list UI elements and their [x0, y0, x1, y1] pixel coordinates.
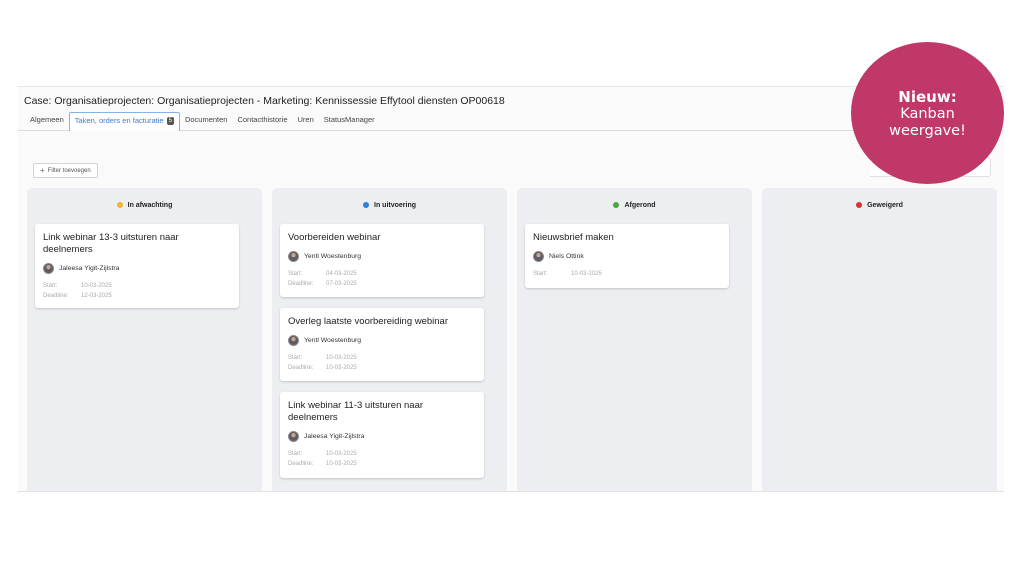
task-title: Overleg laatste voorbereiding webinar	[288, 316, 449, 327]
task-card[interactable]: Link webinar 11-3 uitsturen naar deelnem…	[280, 392, 484, 478]
task-dates: Start: 10-03-2025 Deadline: 10-03-2025	[288, 449, 484, 469]
status-dot	[363, 202, 369, 208]
column-title: In uitvoering	[374, 201, 416, 209]
task-assignee: Niels Ottink	[533, 251, 729, 262]
tab-label: Algemeen	[30, 115, 64, 124]
deadline-date: 10-03-2025	[326, 461, 357, 467]
start-label: Start:	[43, 283, 58, 289]
task-assignee: Jaleesa Yigit-Zijlstra	[288, 431, 484, 442]
new-kanban-view-badge: Nieuw: Kanban weergave!	[851, 42, 1004, 184]
task-card[interactable]: Overleg laatste voorbereiding webinar Ye…	[280, 308, 484, 381]
status-dot	[856, 202, 863, 208]
tab-statusmanager[interactable]: StatusManager	[319, 115, 380, 130]
start-label: Start:	[533, 271, 548, 277]
assignee-name: Niels Ottink	[549, 253, 584, 260]
deadline-label: Deadline:	[288, 365, 314, 371]
tab-documenten[interactable]: Documenten	[180, 115, 233, 130]
tab-uren[interactable]: Uren	[293, 115, 319, 130]
start-date: 10-03-2025	[81, 283, 112, 289]
status-dot	[116, 202, 123, 208]
kanban-column-in-afwachting: In afwachting Link webinar 13-3 uitsture…	[27, 188, 262, 491]
task-dates: Start: 10-03-2025	[533, 269, 729, 279]
deadline-label: Deadline:	[43, 293, 69, 299]
avatar	[43, 263, 54, 274]
task-card[interactable]: Voorbereiden webinar Yentl Woestenburg S…	[280, 224, 484, 297]
tab-label: Contacthistorie	[237, 115, 288, 124]
tab-contacthistorie[interactable]: Contacthistorie	[232, 115, 292, 130]
column-title: Afgerond	[624, 201, 656, 209]
kanban-app: Case: Organisatieprojecten: Organisatiep…	[18, 86, 1004, 492]
avatar	[288, 335, 299, 346]
start-date: 10-03-2025	[571, 271, 602, 277]
avatar	[288, 431, 299, 442]
status-dot	[613, 202, 620, 208]
task-title: Link webinar 11-3 uitsturen naar deelnem…	[288, 400, 424, 423]
tab-label: Documenten	[184, 115, 228, 124]
avatar	[533, 251, 544, 262]
avatar	[288, 251, 299, 262]
assignee-name: Yentl Woestenburg	[304, 253, 362, 260]
assignee-name: Yentl Woestenburg	[304, 337, 362, 344]
deadline-date: 07-03-2025	[326, 281, 357, 287]
start-label: Start:	[288, 451, 303, 457]
assignee-name: Jaleesa Yigit-Zijlstra	[59, 265, 120, 272]
deadline-label: Deadline:	[288, 281, 314, 287]
plus-icon: +	[40, 165, 45, 175]
start-label: Start:	[288, 271, 303, 277]
task-dates: Start: 10-03-2025 Deadline: 10-03-2025	[288, 353, 484, 373]
task-title: Voorbereiden webinar	[288, 232, 381, 243]
column-header: Geweigerd	[762, 188, 997, 222]
add-filter-button[interactable]: + Filter toevoegen	[33, 163, 98, 178]
task-dates: Start: 10-03-2025 Deadline: 12-03-2025	[43, 281, 239, 301]
task-title: Nieuwsbrief maken	[533, 232, 614, 243]
column-header: In uitvoering	[272, 188, 507, 222]
deadline-date: 12-03-2025	[81, 293, 112, 299]
start-date: 10-03-2025	[326, 355, 357, 361]
column-header: Afgerond	[517, 188, 752, 222]
task-dates: Start: 04-03-2025 Deadline: 07-03-2025	[288, 269, 484, 289]
task-assignee: Yentl Woestenburg	[288, 335, 484, 346]
column-header: In afwachting	[27, 188, 262, 222]
tab-label: Taken, orders en facturatie	[74, 116, 164, 125]
badge-line-2: Kanban	[900, 106, 955, 122]
column-title: In afwachting	[127, 201, 173, 209]
kanban-column-afgerond: Afgerond Nieuwsbrief maken Niels Ottink …	[517, 188, 752, 491]
deadline-date: 10-03-2025	[326, 365, 357, 371]
tab-algemeen[interactable]: Algemeen	[18, 115, 69, 130]
task-assignee: Yentl Woestenburg	[288, 251, 484, 262]
task-card[interactable]: Nieuwsbrief maken Niels Ottink Start: 10-…	[525, 224, 729, 288]
tab-count-badge: 5	[166, 116, 174, 125]
column-title: Geweigerd	[867, 201, 903, 209]
tab-label: StatusManager	[323, 115, 375, 124]
add-filter-label: Filter toevoegen	[47, 167, 91, 174]
assignee-name: Jaleesa Yigit-Zijlstra	[304, 433, 365, 440]
start-label: Start:	[288, 355, 303, 361]
tab-label: Uren	[297, 115, 314, 124]
case-title: Case: Organisatieprojecten: Organisatiep…	[24, 95, 505, 107]
kanban-column-in-uitvoering: In uitvoering Voorbereiden webinar Yentl…	[272, 188, 507, 491]
tab-taken-orders-facturatie[interactable]: Taken, orders en facturatie 5	[68, 112, 180, 131]
badge-line-1: Nieuw:	[898, 88, 957, 106]
badge-line-3: weergave!	[889, 123, 966, 139]
deadline-label: Deadline:	[288, 461, 314, 467]
start-date: 04-03-2025	[326, 271, 357, 277]
task-card[interactable]: Link webinar 13-3 uitsturen naar deelnem…	[35, 224, 239, 308]
kanban-column-geweigerd: Geweigerd	[762, 188, 997, 491]
start-date: 10-03-2025	[326, 451, 357, 457]
task-assignee: Jaleesa Yigit-Zijlstra	[43, 263, 239, 274]
task-title: Link webinar 13-3 uitsturen naar deelnem…	[43, 232, 179, 255]
